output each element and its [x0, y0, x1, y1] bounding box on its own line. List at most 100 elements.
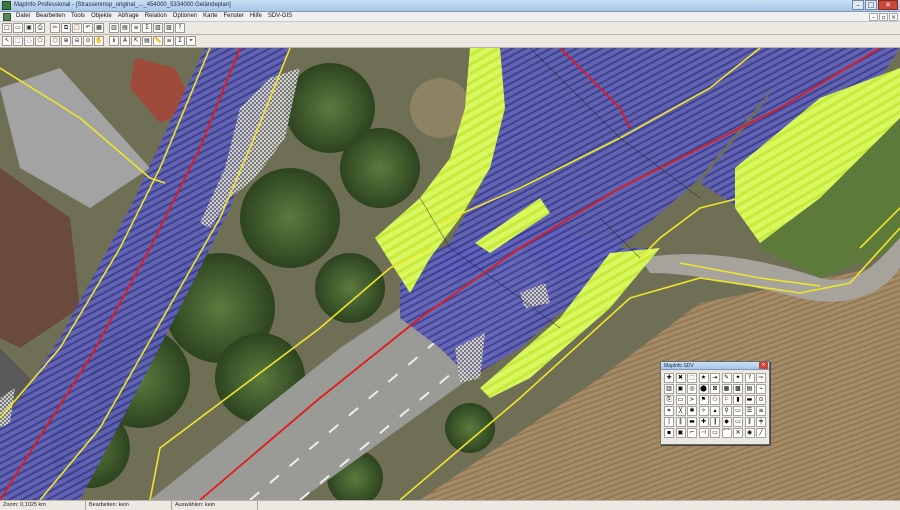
pal-tool-23-icon[interactable]: ⚇	[710, 395, 720, 405]
pal-tool-28-icon[interactable]: ⌗	[664, 406, 674, 416]
pal-tool-25-icon[interactable]: ▮	[733, 395, 743, 405]
polygon-select-icon[interactable]: ⬠	[35, 36, 45, 46]
pal-tool-52-icon[interactable]: ✕	[733, 428, 743, 438]
pal-tool-33-icon[interactable]: ⚲	[721, 406, 732, 416]
pal-tool-43-icon[interactable]: ▭	[733, 417, 743, 427]
boundary-select-icon[interactable]: ⬡	[50, 36, 60, 46]
info-icon[interactable]: ℹ	[109, 36, 119, 46]
pal-tool-54-icon[interactable]: ╱	[756, 428, 766, 438]
pal-tool-42-icon[interactable]: ◆	[721, 417, 732, 427]
document-minimize-button[interactable]: –	[869, 13, 878, 21]
copy-icon[interactable]: ⧉	[61, 23, 71, 33]
pal-tool-13-icon[interactable]: ⬤	[698, 384, 709, 394]
pal-tool-14-icon[interactable]: ⊠	[710, 384, 720, 394]
pal-tool-12-icon[interactable]: ◎	[687, 384, 697, 394]
pal-tool-40-icon[interactable]: ✚	[698, 417, 709, 427]
cut-icon[interactable]: ✂	[50, 23, 60, 33]
pal-tool-22-icon[interactable]: ⚑	[698, 395, 709, 405]
menu-fenster[interactable]: Fenster	[220, 12, 246, 21]
save-icon[interactable]: ▣	[24, 23, 34, 33]
pal-tool-49-icon[interactable]: ⊣	[698, 428, 709, 438]
pal-tool-38-icon[interactable]: ‖	[675, 417, 686, 427]
statistics-icon[interactable]: Σ	[142, 23, 152, 33]
table-icon[interactable]: ▦	[94, 23, 104, 33]
pal-tool-4-icon[interactable]: ★	[698, 373, 709, 383]
map-window-icon[interactable]: ▧	[153, 23, 163, 33]
pal-tool-41-icon[interactable]: ┃	[710, 417, 720, 427]
menu-karte[interactable]: Karte	[200, 12, 220, 21]
menu-relation[interactable]: Relation	[142, 12, 170, 21]
pal-tool-30-icon[interactable]: ✱	[687, 406, 697, 416]
pal-tool-17-icon[interactable]: ▤	[744, 384, 755, 394]
palette-title-bar[interactable]: MapInfo SDV ×	[661, 362, 769, 370]
pal-tool-24-icon[interactable]: ⚐	[721, 395, 732, 405]
pal-tool-9-icon[interactable]: ⇨	[756, 373, 766, 383]
label-icon[interactable]: A	[120, 36, 130, 46]
pal-tool-48-icon[interactable]: ⌐	[687, 428, 697, 438]
menu-objekte[interactable]: Objekte	[88, 12, 115, 21]
pal-tool-44-icon[interactable]: ‖	[744, 417, 755, 427]
pal-tool-6-icon[interactable]: ✎	[721, 373, 732, 383]
mapinfo-sdv-palette[interactable]: MapInfo SDV × ✚ ✖ ⬚ ★ ⇥ ✎ ✦? ⇨ ▥ ▣ ◎ ⬤ ⊠ ▦ ▩ ▤ ⌁ ⎘ ▭ ≻ ⚑ ⚇ ⚐ ▮ ▬…	[660, 361, 770, 445]
zoom-out-icon[interactable]: ⊖	[72, 36, 82, 46]
pal-tool-39-icon[interactable]: ▬	[687, 417, 697, 427]
layer-control-icon[interactable]: ▤	[142, 36, 152, 46]
pal-tool-50-icon[interactable]: ▭	[710, 428, 720, 438]
pal-tool-45-icon[interactable]: ╪	[756, 417, 766, 427]
select-icon[interactable]: ↖	[2, 36, 12, 46]
pal-tool-21-icon[interactable]: ≻	[687, 395, 697, 405]
status-editable-layer[interactable]: Bearbeiten: kein	[86, 501, 172, 510]
palette-close-button[interactable]: ×	[759, 362, 768, 369]
grabber-icon[interactable]: ✋	[94, 36, 104, 46]
pal-tool-31-icon[interactable]: ✧	[698, 406, 709, 416]
menu-abfrage[interactable]: Abfrage	[115, 12, 142, 21]
pal-tool-16-icon[interactable]: ▩	[733, 384, 743, 394]
pal-tool-51-icon[interactable]: ⌒	[721, 428, 732, 438]
pal-tool-37-icon[interactable]: │	[664, 417, 674, 427]
document-restore-button[interactable]: ▫	[879, 13, 888, 21]
pal-tool-20-icon[interactable]: ▭	[675, 395, 686, 405]
paste-icon[interactable]: 📋	[72, 23, 82, 33]
status-selectable-layer[interactable]: Auswählen: kein	[172, 501, 258, 510]
pal-tool-7-icon[interactable]: ✦	[733, 373, 743, 383]
pal-tool-26-icon[interactable]: ▬	[744, 395, 755, 405]
radius-select-icon[interactable]: ◌	[24, 36, 34, 46]
pal-tool-29-icon[interactable]: ╳	[675, 406, 686, 416]
pal-tool-1-icon[interactable]: ✚	[664, 373, 674, 383]
pal-tool-2-icon[interactable]: ✖	[675, 373, 686, 383]
pal-tool-35-icon[interactable]: ☰	[744, 406, 755, 416]
legend-icon[interactable]: ≡	[131, 23, 141, 33]
pal-tool-8-icon[interactable]: ?	[744, 373, 755, 383]
graph-icon[interactable]: ▥	[109, 23, 119, 33]
menu-datei[interactable]: Datei	[13, 12, 33, 21]
zoom-in-icon[interactable]: ⊕	[61, 36, 71, 46]
minimize-button[interactable]: –	[852, 0, 864, 10]
pal-tool-5-icon[interactable]: ⇥	[710, 373, 720, 383]
drag-window-icon[interactable]: ⇱	[131, 36, 141, 46]
pal-tool-19-icon[interactable]: ⎘	[664, 395, 674, 405]
close-button[interactable]: ✕	[878, 0, 898, 10]
pal-tool-34-icon[interactable]: ▭	[733, 406, 743, 416]
pal-tool-27-icon[interactable]: ⊙	[756, 395, 766, 405]
browser-icon[interactable]: ▨	[164, 23, 174, 33]
menu-hilfe[interactable]: Hilfe	[247, 12, 265, 21]
menu-sdv-gis[interactable]: SDV-GIS	[265, 12, 295, 21]
legend-icon[interactable]: ≡	[164, 36, 174, 46]
document-icon[interactable]	[3, 12, 11, 21]
pal-tool-18-icon[interactable]: ⌁	[756, 384, 766, 394]
pal-tool-15-icon[interactable]: ▦	[721, 384, 732, 394]
maximize-button[interactable]: □	[865, 0, 877, 10]
pal-tool-10-icon[interactable]: ▥	[664, 384, 674, 394]
menu-optionen[interactable]: Optionen	[170, 12, 200, 21]
help-icon[interactable]: ?	[175, 23, 185, 33]
document-close-button[interactable]: ×	[889, 13, 898, 21]
pal-tool-11-icon[interactable]: ▣	[675, 384, 686, 394]
pal-tool-32-icon[interactable]: ▴	[710, 406, 720, 416]
layout-icon[interactable]: ▤	[120, 23, 130, 33]
ruler-icon[interactable]: 📏	[153, 36, 163, 46]
pal-tool-36-icon[interactable]: ≡	[756, 406, 766, 416]
pal-tool-47-icon[interactable]: ▣	[675, 428, 686, 438]
undo-icon[interactable]: ↶	[83, 23, 93, 33]
map-window[interactable]: MapInfo SDV × ✚ ✖ ⬚ ★ ⇥ ✎ ✦? ⇨ ▥ ▣ ◎ ⬤ ⊠ ▦ ▩ ▤ ⌁ ⎘ ▭ ≻ ⚑ ⚇ ⚐ ▮ ▬…	[0, 48, 900, 500]
pal-tool-3-icon[interactable]: ⬚	[687, 373, 697, 383]
